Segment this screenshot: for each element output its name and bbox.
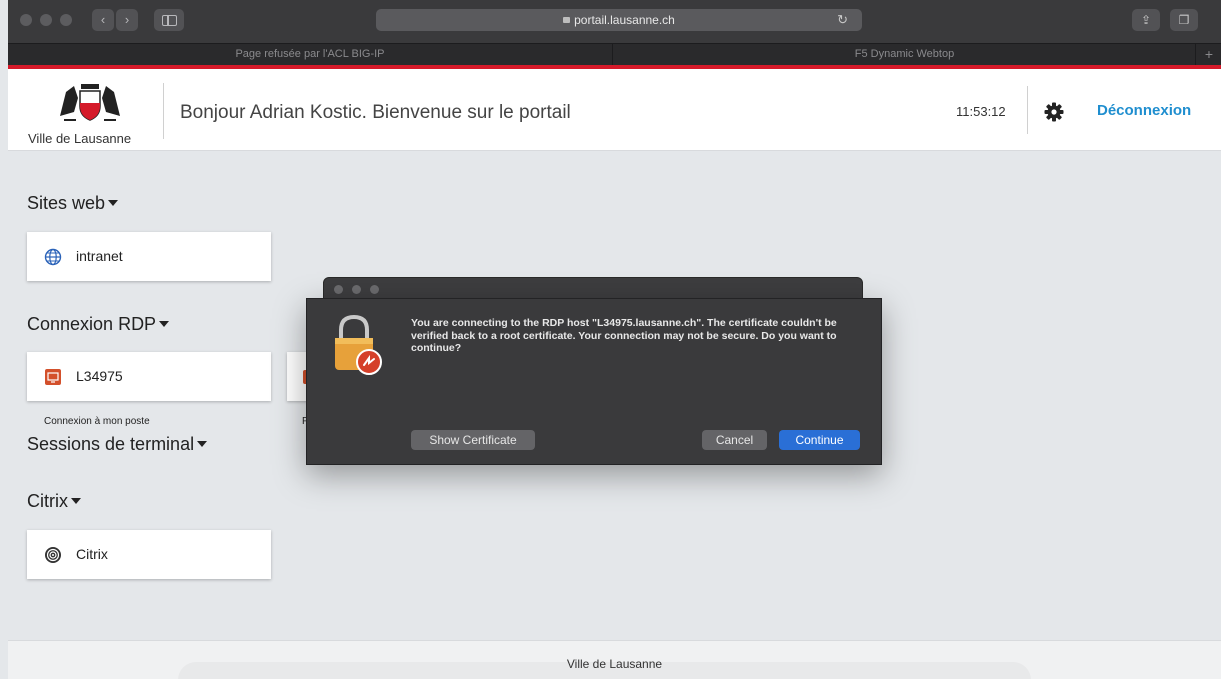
clock: 11:53:12 [956, 104, 1006, 119]
lock-icon [563, 17, 571, 23]
resource-card-l34975[interactable]: L34975 [27, 352, 271, 401]
tab-f5-webtop[interactable]: F5 Dynamic Webtop [614, 44, 1196, 65]
section-terminal-sessions[interactable]: Sessions de terminal [27, 434, 208, 455]
resource-label: L34975 [76, 368, 123, 384]
logo-text: Ville de Lausanne [28, 131, 132, 146]
chevron-down-icon [197, 441, 208, 447]
cancel-button[interactable]: Cancel [702, 430, 767, 450]
section-title-text: Sites web [27, 193, 106, 213]
new-tab-button[interactable]: + [1197, 44, 1221, 65]
logout-link[interactable]: Déconnexion [1097, 102, 1191, 119]
section-sites-web[interactable]: Sites web [27, 193, 119, 214]
gear-icon[interactable] [1044, 102, 1064, 122]
continue-button[interactable]: Continue [779, 430, 860, 450]
padlock-warning-icon [335, 314, 382, 375]
certificate-warning-dialog: You are connecting to the RDP host "L349… [306, 298, 882, 465]
close-window-button[interactable] [20, 14, 32, 26]
resource-label: Citrix [76, 546, 108, 562]
resource-caption: Connexion à mon poste [44, 416, 150, 427]
divider [1027, 86, 1028, 134]
footer-text: Ville de Lausanne [566, 657, 663, 671]
browser-toolbar: ‹ › portail.lausanne.ch ↻ ⇪ ❐ [8, 0, 1221, 43]
section-title-text: Citrix [27, 491, 68, 511]
section-title-text: Connexion RDP [27, 314, 157, 334]
reload-icon[interactable]: ↻ [837, 9, 848, 31]
portal-header: Ville de Lausanne Bonjour Adrian Kostic.… [8, 69, 1221, 151]
section-citrix[interactable]: Citrix [27, 491, 81, 512]
lausanne-crest-icon [60, 84, 120, 121]
rdp-icon [45, 369, 61, 385]
globe-icon [44, 248, 62, 266]
citrix-icon [45, 547, 61, 563]
divider [163, 83, 164, 139]
page-title: Bonjour Adrian Kostic. Bienvenue sur le … [180, 102, 571, 123]
zoom-window-button[interactable] [370, 285, 379, 294]
zoom-window-button[interactable] [60, 14, 72, 26]
resource-label: intranet [76, 248, 123, 264]
tab-acl-refused[interactable]: Page refusée par l'ACL BIG-IP [8, 44, 613, 65]
back-button[interactable]: ‹ [92, 9, 114, 31]
show-certificate-button[interactable]: Show Certificate [411, 430, 535, 450]
resource-card-intranet[interactable]: intranet [27, 232, 271, 281]
section-title-text: Sessions de terminal [27, 434, 195, 454]
url-text: portail.lausanne.ch [574, 13, 675, 27]
minimize-window-button[interactable] [352, 285, 361, 294]
rdp-client-window-titlebar [323, 277, 863, 299]
chevron-down-icon [108, 200, 119, 206]
close-window-button[interactable] [334, 285, 343, 294]
resource-card-citrix[interactable]: Citrix [27, 530, 271, 579]
lausanne-logo[interactable]: Ville de Lausanne [28, 82, 153, 146]
sidebar-toggle-icon[interactable] [154, 9, 184, 31]
tabs-overview-icon[interactable]: ❐ [1170, 9, 1198, 31]
address-bar[interactable]: portail.lausanne.ch ↻ [376, 9, 862, 31]
forward-button[interactable]: › [116, 9, 138, 31]
dialog-message: You are connecting to the RDP host "L349… [411, 317, 837, 354]
chevron-down-icon [159, 321, 170, 327]
minimize-window-button[interactable] [40, 14, 52, 26]
tab-bar: Page refusée par l'ACL BIG-IP F5 Dynamic… [8, 43, 1221, 65]
share-icon[interactable]: ⇪ [1132, 9, 1160, 31]
section-rdp[interactable]: Connexion RDP [27, 314, 170, 335]
portal-footer: Ville de Lausanne [8, 640, 1221, 679]
chevron-down-icon [71, 498, 81, 504]
